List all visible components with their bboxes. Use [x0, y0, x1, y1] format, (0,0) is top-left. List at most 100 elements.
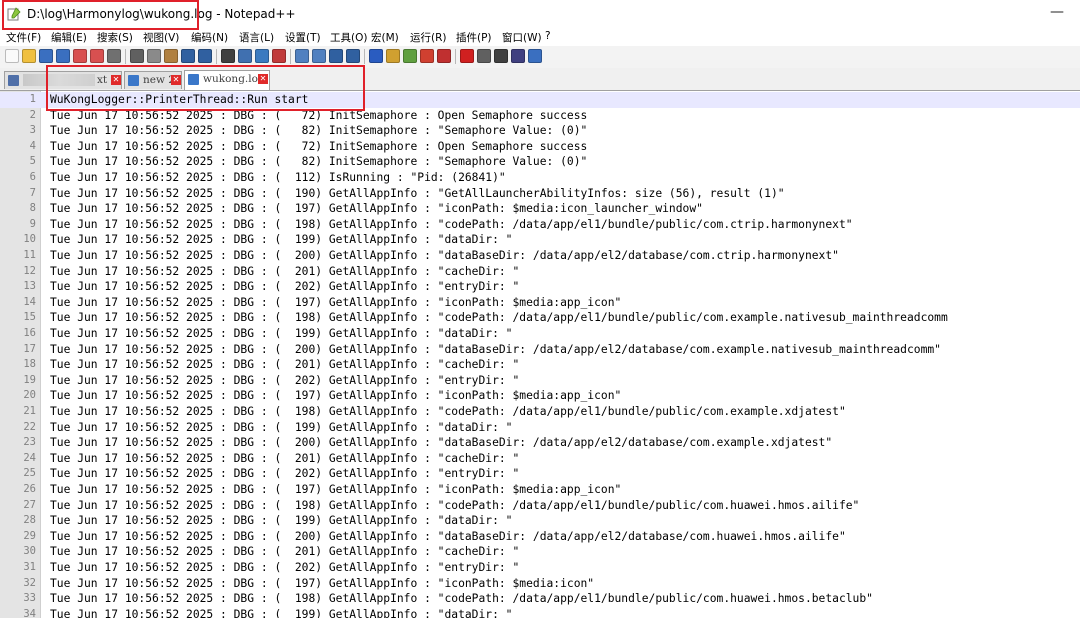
open-file-icon[interactable] [22, 49, 36, 63]
paste-icon[interactable] [164, 49, 178, 63]
tab-close-icon[interactable]: ✕ [111, 75, 121, 85]
menu-language[interactable]: 语言(L) [239, 30, 274, 45]
editor-line[interactable]: 18 Tue Jun 17 10:56:52 2025 : DBG : ( 201… [0, 357, 1080, 373]
editor-line[interactable]: 16 Tue Jun 17 10:56:52 2025 : DBG : ( 199… [0, 326, 1080, 342]
editor-line[interactable]: 31 Tue Jun 17 10:56:52 2025 : DBG : ( 202… [0, 560, 1080, 576]
close-icon[interactable] [73, 49, 87, 63]
menu-help[interactable]: ? [545, 30, 551, 42]
line-text: Tue Jun 17 10:56:52 2025 : DBG : ( 197) … [50, 576, 595, 590]
line-number: 27 [23, 498, 36, 511]
line-text: Tue Jun 17 10:56:52 2025 : DBG : ( 201) … [50, 545, 520, 559]
tab-close-icon[interactable]: ✕ [258, 74, 268, 84]
menu-file[interactable]: 文件(F) [6, 30, 41, 45]
menu-settings[interactable]: 设置(T) [285, 30, 321, 45]
editor-line[interactable]: 17 Tue Jun 17 10:56:52 2025 : DBG : ( 200… [0, 342, 1080, 358]
line-number: 5 [29, 155, 36, 168]
copy-icon[interactable] [147, 49, 161, 63]
editor-line[interactable]: 33 Tue Jun 17 10:56:52 2025 : DBG : ( 198… [0, 591, 1080, 607]
editor-line[interactable]: 12 Tue Jun 17 10:56:52 2025 : DBG : ( 201… [0, 264, 1080, 280]
editor-line[interactable]: 14 Tue Jun 17 10:56:52 2025 : DBG : ( 197… [0, 295, 1080, 311]
editor-line[interactable]: 2 Tue Jun 17 10:56:52 2025 : DBG : ( 72) … [0, 108, 1080, 124]
folder-workspace-icon[interactable] [420, 49, 434, 63]
close-all-icon[interactable] [90, 49, 104, 63]
line-text: Tue Jun 17 10:56:52 2025 : DBG : ( 200) … [50, 249, 839, 262]
tab-close-icon[interactable]: ✕ [171, 75, 181, 85]
redo-icon[interactable] [198, 49, 212, 63]
sync-vertical-icon[interactable] [295, 49, 309, 63]
editor-line-current[interactable]: 1 WuKongLogger::PrinterThread::Run start [0, 92, 1080, 108]
line-number: 33 [23, 592, 36, 605]
line-number: 14 [23, 295, 36, 308]
editor-line[interactable]: 24 Tue Jun 17 10:56:52 2025 : DBG : ( 201… [0, 451, 1080, 467]
editor-line[interactable]: 25 Tue Jun 17 10:56:52 2025 : DBG : ( 202… [0, 466, 1080, 482]
editor-line[interactable]: 34 Tue Jun 17 10:56:52 2025 : DBG : ( 199… [0, 607, 1080, 618]
function-list-icon[interactable] [403, 49, 417, 63]
replace-icon[interactable] [238, 49, 252, 63]
menu-window[interactable]: 窗口(W) [502, 30, 542, 45]
minimize-button[interactable]: — [1050, 4, 1064, 20]
cut-icon[interactable] [130, 49, 144, 63]
line-text: Tue Jun 17 10:56:52 2025 : DBG : ( 199) … [50, 514, 513, 528]
menu-tools[interactable]: 工具(O) [330, 30, 367, 45]
menu-view[interactable]: 视图(V) [143, 30, 179, 45]
editor-line[interactable]: 4 Tue Jun 17 10:56:52 2025 : DBG : ( 72) … [0, 139, 1080, 155]
editor-line[interactable]: 32 Tue Jun 17 10:56:52 2025 : DBG : ( 197… [0, 576, 1080, 592]
undo-icon[interactable] [181, 49, 195, 63]
show-all-chars-icon[interactable] [346, 49, 360, 63]
tab-wukong-log[interactable]: wukong.log ✕ [184, 70, 270, 90]
print-icon[interactable] [107, 49, 121, 63]
editor-line[interactable]: 29 Tue Jun 17 10:56:52 2025 : DBG : ( 200… [0, 529, 1080, 545]
editor-line[interactable]: 30 Tue Jun 17 10:56:52 2025 : DBG : ( 201… [0, 544, 1080, 560]
menu-encoding[interactable]: 编码(N) [191, 30, 228, 45]
editor-line[interactable]: 9 Tue Jun 17 10:56:52 2025 : DBG : ( 198)… [0, 217, 1080, 233]
save-all-icon[interactable] [56, 49, 70, 63]
tab-bar: xt ✕ new 2 ✕ wukong.log ✕ [0, 68, 1080, 91]
editor-line[interactable]: 13 Tue Jun 17 10:56:52 2025 : DBG : ( 202… [0, 279, 1080, 295]
doc-map-icon[interactable] [386, 49, 400, 63]
editor-line[interactable]: 5 Tue Jun 17 10:56:52 2025 : DBG : ( 82) … [0, 154, 1080, 170]
editor-line[interactable]: 23 Tue Jun 17 10:56:52 2025 : DBG : ( 200… [0, 435, 1080, 451]
zoom-out-icon[interactable] [272, 49, 286, 63]
editor-line[interactable]: 20 Tue Jun 17 10:56:52 2025 : DBG : ( 197… [0, 388, 1080, 404]
editor-line[interactable]: 19 Tue Jun 17 10:56:52 2025 : DBG : ( 202… [0, 373, 1080, 389]
monitor-icon[interactable] [437, 49, 451, 63]
play-macro-icon[interactable] [494, 49, 508, 63]
tab-new-2[interactable]: new 2 ✕ [124, 71, 182, 89]
editor-line[interactable]: 21 Tue Jun 17 10:56:52 2025 : DBG : ( 198… [0, 404, 1080, 420]
indent-guide-icon[interactable] [369, 49, 383, 63]
line-text: Tue Jun 17 10:56:52 2025 : DBG : ( 197) … [50, 389, 622, 403]
menu-run[interactable]: 运行(R) [410, 30, 447, 45]
line-number: 30 [23, 545, 36, 558]
editor-line[interactable]: 6 Tue Jun 17 10:56:52 2025 : DBG : ( 112)… [0, 170, 1080, 186]
editor-line[interactable]: 26 Tue Jun 17 10:56:52 2025 : DBG : ( 197… [0, 482, 1080, 498]
editor-line[interactable]: 22 Tue Jun 17 10:56:52 2025 : DBG : ( 199… [0, 420, 1080, 436]
menu-search[interactable]: 搜索(S) [97, 30, 133, 45]
editor-line[interactable]: 28 Tue Jun 17 10:56:52 2025 : DBG : ( 199… [0, 513, 1080, 529]
line-number: 34 [23, 607, 36, 618]
tab-blurred-file[interactable]: xt ✕ [4, 71, 122, 89]
editor-area[interactable]: 1 WuKongLogger::PrinterThread::Run start 2… [0, 91, 1080, 618]
editor-line[interactable]: 8 Tue Jun 17 10:56:52 2025 : DBG : ( 197)… [0, 201, 1080, 217]
sync-horizontal-icon[interactable] [312, 49, 326, 63]
editor-line[interactable]: 11 Tue Jun 17 10:56:52 2025 : DBG : ( 200… [0, 248, 1080, 264]
editor-line[interactable]: 3 Tue Jun 17 10:56:52 2025 : DBG : ( 82) … [0, 123, 1080, 139]
menu-edit[interactable]: 编辑(E) [51, 30, 87, 45]
save-icon[interactable] [39, 49, 53, 63]
record-macro-icon[interactable] [460, 49, 474, 63]
stop-macro-icon[interactable] [477, 49, 491, 63]
editor-line[interactable]: 7 Tue Jun 17 10:56:52 2025 : DBG : ( 190)… [0, 186, 1080, 202]
editor-line[interactable]: 10 Tue Jun 17 10:56:52 2025 : DBG : ( 199… [0, 232, 1080, 248]
zoom-in-icon[interactable] [255, 49, 269, 63]
find-icon[interactable] [221, 49, 235, 63]
run-macro-multi-icon[interactable] [511, 49, 525, 63]
menu-plugins[interactable]: 插件(P) [456, 30, 492, 45]
line-number: 16 [23, 327, 36, 339]
word-wrap-icon[interactable] [329, 49, 343, 63]
line-number: 11 [23, 249, 36, 261]
line-number: 3 [29, 124, 36, 137]
menu-macro[interactable]: 宏(M) [371, 30, 399, 45]
new-file-icon[interactable] [5, 49, 19, 63]
save-macro-icon[interactable] [528, 49, 542, 63]
editor-line[interactable]: 15 Tue Jun 17 10:56:52 2025 : DBG : ( 198… [0, 310, 1080, 326]
editor-line[interactable]: 27 Tue Jun 17 10:56:52 2025 : DBG : ( 198… [0, 498, 1080, 514]
